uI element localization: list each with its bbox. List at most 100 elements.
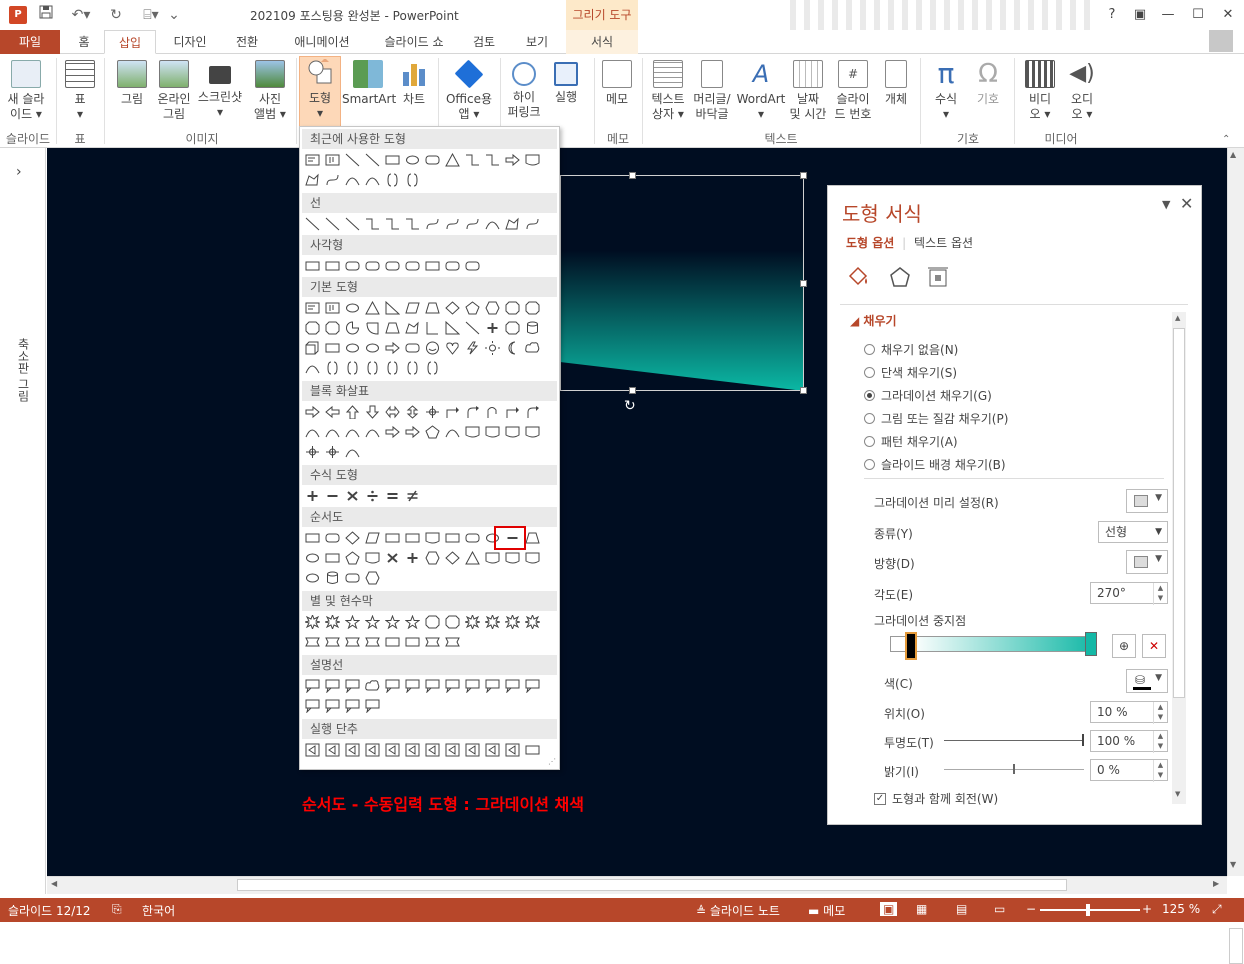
shape-option[interactable] (344, 487, 361, 504)
shape-option[interactable] (524, 299, 541, 316)
resize-handle[interactable] (800, 280, 807, 287)
new-slide-button[interactable]: 새 슬라 이드 ▾ (2, 58, 50, 122)
shape-option[interactable] (324, 613, 341, 630)
shape-option[interactable] (404, 299, 421, 316)
direction-dropdown[interactable]: ▼ (1126, 550, 1168, 574)
shape-option[interactable] (304, 423, 321, 440)
tab-format[interactable]: 서식 (566, 30, 638, 54)
shape-option[interactable] (384, 613, 401, 630)
slideshow-view-icon[interactable]: ▭ (994, 902, 1005, 916)
shape-option[interactable] (324, 549, 341, 566)
shape-option[interactable] (344, 529, 361, 546)
text-box-button[interactable]: 텍스트 상자 ▾ (646, 58, 690, 122)
shape-option[interactable] (424, 741, 441, 758)
horizontal-scrollbar[interactable]: ◀ ▶ (47, 876, 1227, 894)
shape-option[interactable] (424, 359, 441, 376)
fill-option-radio[interactable]: 슬라이드 배경 채우기(B) (864, 455, 1164, 473)
transparency-slider-thumb[interactable] (1082, 734, 1084, 746)
shape-option[interactable] (424, 403, 441, 420)
shapes-button[interactable]: 도형 ▾ (299, 56, 341, 128)
shape-option[interactable] (344, 403, 361, 420)
shape-option[interactable] (444, 633, 461, 650)
picture-button[interactable]: 그림 (112, 58, 152, 107)
shape-option[interactable] (484, 215, 501, 232)
symbol-button[interactable]: Ω 기호 (968, 58, 1008, 107)
shape-option[interactable] (364, 299, 381, 316)
brightness-slider-thumb[interactable] (1013, 764, 1015, 774)
shape-option[interactable] (404, 257, 421, 274)
shape-option[interactable] (384, 299, 401, 316)
customize-qat-icon[interactable]: ⌄ (164, 5, 184, 25)
shape-option[interactable] (404, 487, 421, 504)
shape-option[interactable] (484, 549, 501, 566)
transparency-slider[interactable] (944, 740, 1084, 741)
shape-option[interactable] (464, 741, 481, 758)
shape-option[interactable] (324, 319, 341, 336)
redo-icon[interactable]: ↻ (106, 5, 126, 25)
scroll-thumb[interactable] (237, 879, 1067, 891)
language-indicator[interactable]: 한국어 (142, 902, 175, 919)
fill-line-icon[interactable] (846, 266, 870, 288)
screenshot-button[interactable]: 스크린샷 ▾ (194, 58, 246, 120)
object-button[interactable]: 개체 (878, 58, 914, 107)
shape-option[interactable] (384, 339, 401, 356)
shape-option[interactable] (484, 613, 501, 630)
size-properties-icon[interactable] (926, 266, 950, 288)
spinner-icon[interactable]: ▲ ▼ (1153, 731, 1167, 753)
shape-option[interactable] (364, 529, 381, 546)
shape-option[interactable] (484, 677, 501, 694)
zoom-level[interactable]: 125 % (1162, 902, 1200, 916)
slide-sorter-icon[interactable]: ▦ (916, 902, 927, 916)
rotate-with-shape-checkbox[interactable]: ✓ 도형과 함께 회전(W) (874, 790, 998, 807)
shape-option[interactable] (324, 529, 341, 546)
shape-option[interactable] (504, 215, 521, 232)
hyperlink-button[interactable]: 하이 퍼링크 (504, 58, 544, 120)
shape-option[interactable] (384, 741, 401, 758)
ribbon-display-options-icon[interactable]: ▣ (1128, 6, 1152, 24)
shape-option[interactable] (504, 677, 521, 694)
add-stop-icon[interactable]: ⊕ (1112, 634, 1136, 658)
shape-option[interactable] (384, 257, 401, 274)
shape-option[interactable] (404, 339, 421, 356)
shape-option[interactable] (324, 215, 341, 232)
shape-option[interactable] (384, 359, 401, 376)
expand-thumbnails-icon[interactable]: › (16, 164, 22, 180)
scroll-left-icon[interactable]: ◀ (51, 879, 57, 888)
shape-option[interactable] (384, 319, 401, 336)
audio-button[interactable]: ◀) 오디 오 ▾ (1062, 58, 1102, 122)
shape-option[interactable] (324, 443, 341, 460)
shape-option[interactable] (304, 529, 321, 546)
shape-option[interactable] (344, 339, 361, 356)
shape-option[interactable] (404, 549, 421, 566)
slide-number-button[interactable]: # 슬라이 드 번호 (830, 58, 876, 122)
shape-option[interactable] (424, 319, 441, 336)
undo-icon[interactable]: ↶▾ (68, 5, 94, 25)
shape-option[interactable] (444, 257, 461, 274)
shape-option[interactable] (444, 151, 461, 168)
shape-option[interactable] (464, 613, 481, 630)
close-icon[interactable]: ✕ (1216, 6, 1240, 24)
shape-option[interactable] (424, 529, 441, 546)
shape-option[interactable] (344, 741, 361, 758)
shape-option[interactable] (424, 677, 441, 694)
shape-option[interactable] (424, 257, 441, 274)
pane-scroll-down-icon[interactable]: ▼ (1175, 790, 1180, 798)
transparency-input[interactable]: 100 % ▲ ▼ (1090, 730, 1168, 753)
shape-option[interactable] (384, 677, 401, 694)
shape-option[interactable] (304, 697, 321, 714)
fill-option-radio[interactable]: 그림 또는 질감 채우기(P) (864, 409, 1164, 427)
help-button[interactable]: ? (1100, 6, 1124, 24)
shape-option[interactable] (504, 403, 521, 420)
zoom-out-icon[interactable]: − (1026, 902, 1036, 916)
shape-option[interactable] (344, 549, 361, 566)
pane-options-icon[interactable]: ▼ (1162, 198, 1170, 211)
shape-option[interactable] (324, 299, 341, 316)
resize-handle[interactable] (800, 172, 807, 179)
shape-option[interactable] (324, 257, 341, 274)
online-pictures-button[interactable]: 온라인 그림 (154, 58, 194, 122)
shape-option[interactable] (444, 423, 461, 440)
collapse-ribbon-icon[interactable]: ⌃ (1222, 134, 1230, 145)
spinner-icon[interactable]: ▲ ▼ (1153, 702, 1167, 724)
shape-option[interactable] (404, 319, 421, 336)
minimize-icon[interactable]: — (1156, 6, 1180, 24)
